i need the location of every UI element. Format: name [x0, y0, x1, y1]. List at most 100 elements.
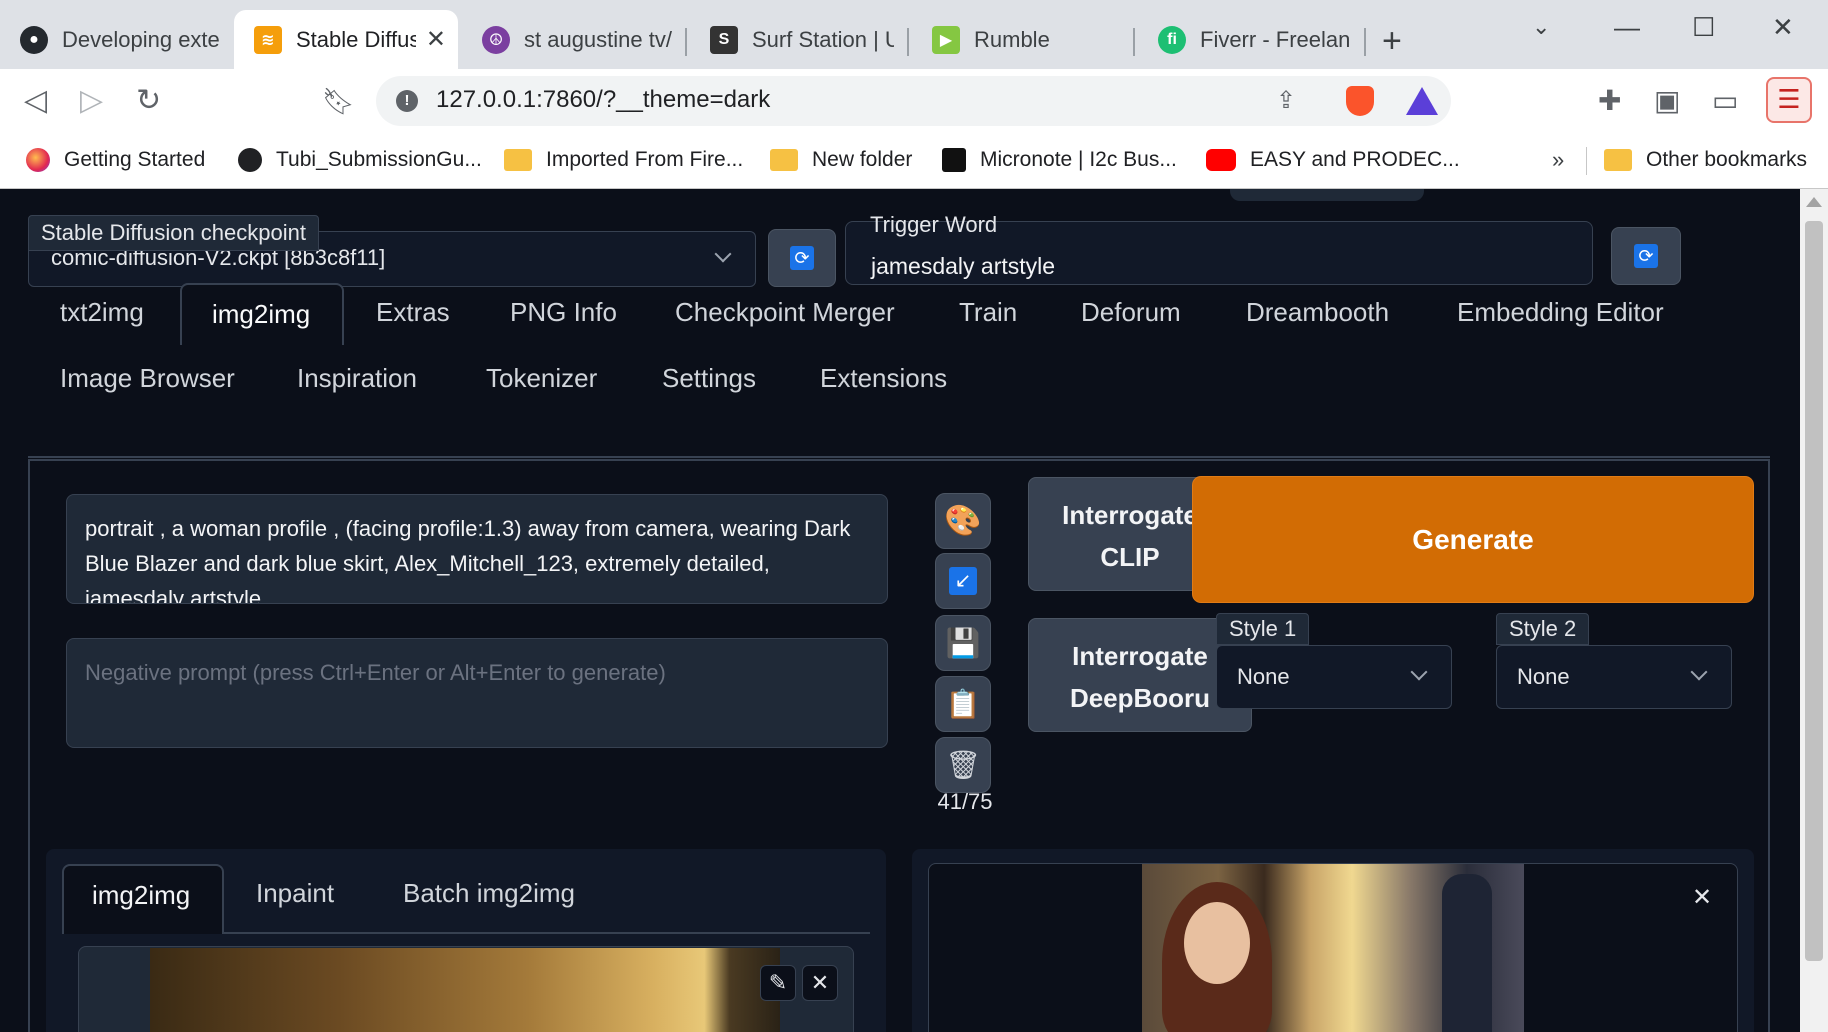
negative-prompt-textarea[interactable]: Negative prompt (press Ctrl+Enter or Alt… — [66, 638, 888, 748]
browser-tab-github[interactable]: ● Developing exten — [0, 10, 232, 69]
forward-icon[interactable]: ▷ — [80, 83, 103, 119]
scrollbar-thumb[interactable] — [1805, 221, 1823, 961]
style-palette-button[interactable]: 🎨 — [935, 493, 991, 549]
chevron-down-icon — [1690, 663, 1708, 681]
brave-rewards-icon[interactable] — [1406, 87, 1438, 115]
minimize-icon[interactable]: — — [1614, 12, 1640, 43]
surf-icon: S — [710, 25, 738, 54]
browser-tab-st-augustine[interactable]: ☮ st augustine tv/fil — [462, 10, 684, 69]
remove-image-icon[interactable]: ✕ — [802, 965, 838, 1001]
new-tab-icon[interactable]: + — [1382, 22, 1402, 61]
bookmark-new-folder[interactable]: New folder — [770, 143, 912, 177]
micronote-icon — [942, 148, 966, 172]
browser-tab-strip: ● Developing exten ≋ Stable Diffusi ✕ ☮ … — [0, 0, 1828, 69]
init-image — [150, 948, 780, 1032]
bookmarks-bar: Getting Started Tubi_SubmissionGu... Imp… — [0, 133, 1828, 189]
url-text[interactable]: 127.0.0.1:7860/?__theme=dark — [436, 86, 770, 114]
generate-button[interactable]: Generate — [1193, 477, 1753, 602]
extensions-icon[interactable]: ✚ — [1598, 83, 1621, 119]
save-style-button[interactable]: 💾 — [935, 615, 991, 671]
refresh-checkpoint-button[interactable]: ⟳ — [768, 229, 836, 287]
trash-icon: 🗑 — [945, 749, 981, 781]
subtab-batch-img2img[interactable]: Batch img2img — [403, 878, 575, 909]
browser-tab-surf-station[interactable]: S Surf Station | Upd — [690, 10, 906, 69]
rumble-icon: ▶ — [932, 25, 960, 54]
bookmark-tubi[interactable]: Tubi_SubmissionGu... — [238, 143, 482, 177]
refresh-icon: ⟳ — [790, 246, 814, 270]
tab-img2img[interactable]: img2img — [180, 283, 344, 345]
webui-page: comic-diffusion-V2.ckpt [8b3c8f11] Stabl… — [0, 189, 1800, 1032]
tab-extras[interactable]: Extras — [376, 297, 450, 328]
read-params-button[interactable]: ↙ — [935, 553, 991, 609]
github-icon: ● — [20, 25, 48, 54]
paste-style-button[interactable]: 📋 — [935, 676, 991, 732]
tab-separator — [1133, 28, 1135, 56]
trigger-word-value[interactable]: jamesdaly artstyle — [871, 253, 1055, 280]
site-info-icon[interactable]: ! — [396, 90, 418, 112]
stable-diffusion-icon: ≋ — [254, 25, 282, 54]
tab-underline — [28, 456, 1770, 458]
tab-search-icon[interactable]: ⌄ — [1532, 14, 1550, 40]
share-icon[interactable]: ⇪ — [1276, 86, 1296, 115]
trigger-word-label: Trigger Word — [870, 212, 998, 237]
tab-dreambooth[interactable]: Dreambooth — [1246, 297, 1389, 328]
bookmark-micronote[interactable]: Micronote | I2c Bus... — [942, 143, 1177, 177]
peace-icon: ☮ — [482, 25, 510, 54]
browser-toolbar: ◁ ▷ ↻ 🔖︎ ! 127.0.0.1:7860/?__theme=dark … — [0, 69, 1828, 133]
token-counter: 41/75 — [937, 789, 993, 814]
page-scrollbar[interactable] — [1800, 189, 1828, 1032]
brave-shield-icon[interactable] — [1346, 86, 1374, 116]
tab-tokenizer[interactable]: Tokenizer — [486, 363, 597, 394]
close-window-icon[interactable]: ✕ — [1772, 12, 1794, 43]
prompt-textarea[interactable]: portrait , a woman profile , (facing pro… — [66, 494, 888, 604]
back-icon[interactable]: ◁ — [24, 83, 47, 119]
browser-tab-stable-diffusion[interactable]: ≋ Stable Diffusi ✕ — [234, 10, 458, 69]
style2-dropdown[interactable]: None — [1496, 645, 1732, 709]
tab-png-info[interactable]: PNG Info — [510, 297, 617, 328]
browser-menu-icon[interactable]: ☰ — [1766, 77, 1812, 123]
style1-label: Style 1 — [1216, 613, 1310, 645]
address-bar[interactable]: ! 127.0.0.1:7860/?__theme=dark ⇪ — [376, 76, 1451, 126]
chevron-down-icon — [714, 245, 732, 263]
wallet-icon[interactable]: ▭ — [1712, 83, 1738, 119]
tab-inspiration[interactable]: Inspiration — [297, 363, 417, 394]
bookmark-easy-prodec[interactable]: EASY and PRODEC... — [1206, 143, 1460, 177]
style1-dropdown[interactable]: None — [1216, 645, 1452, 709]
refresh-icon: ⟳ — [1634, 244, 1658, 268]
maximize-icon[interactable]: ☐ — [1692, 12, 1715, 43]
tab-train[interactable]: Train — [959, 297, 1017, 328]
bookmark-icon[interactable]: 🔖︎ — [322, 83, 355, 119]
tab-txt2img[interactable]: txt2img — [60, 297, 144, 328]
browser-tab-fiverr[interactable]: fi Fiverr - Freelance — [1138, 10, 1362, 69]
close-gallery-icon[interactable]: ✕ — [1692, 883, 1712, 912]
bookmark-other[interactable]: Other bookmarks — [1604, 143, 1807, 177]
refresh-trigger-button[interactable]: ⟳ — [1611, 227, 1681, 285]
figure-face — [1184, 902, 1250, 984]
tab-deforum[interactable]: Deforum — [1081, 297, 1181, 328]
partial-element — [1230, 189, 1424, 201]
tab-image-browser[interactable]: Image Browser — [60, 363, 235, 394]
tab-extensions[interactable]: Extensions — [820, 363, 947, 394]
browser-tab-rumble[interactable]: ▶ Rumble — [912, 10, 1130, 69]
screen: ● Developing exten ≋ Stable Diffusi ✕ ☮ … — [0, 0, 1828, 1032]
subtab-underline — [222, 932, 870, 934]
bookmark-getting-started[interactable]: Getting Started — [26, 143, 205, 177]
tab-settings[interactable]: Settings — [662, 363, 756, 394]
tab-embedding-editor[interactable]: Embedding Editor — [1457, 297, 1664, 328]
clear-prompt-button[interactable]: 🗑 — [935, 737, 991, 793]
clipboard-icon: 📋 — [945, 688, 981, 720]
style2-label: Style 2 — [1496, 613, 1590, 645]
output-image[interactable] — [1142, 864, 1524, 1032]
bookmark-imported-folder[interactable]: Imported From Fire... — [504, 143, 743, 177]
folder-icon — [504, 149, 532, 171]
subtab-img2img[interactable]: img2img — [62, 864, 224, 934]
bookmarks-overflow-icon[interactable]: » — [1552, 147, 1564, 173]
reload-icon[interactable]: ↻ — [136, 83, 161, 119]
subtab-inpaint[interactable]: Inpaint — [256, 878, 334, 909]
youtube-icon — [1206, 149, 1236, 171]
edit-image-icon[interactable]: ✎ — [760, 965, 796, 1001]
sidebar-icon[interactable]: ▣ — [1654, 83, 1680, 119]
scroll-up-icon[interactable] — [1806, 197, 1822, 207]
tab-checkpoint-merger[interactable]: Checkpoint Merger — [675, 297, 895, 328]
close-tab-icon[interactable]: ✕ — [426, 25, 446, 54]
